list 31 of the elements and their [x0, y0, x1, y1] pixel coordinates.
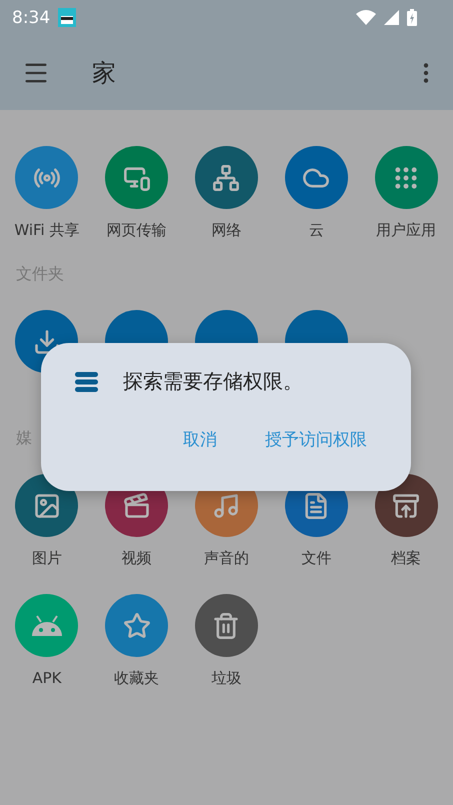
trash-icon: [212, 612, 240, 640]
shortcut-label: 收藏夹: [114, 669, 160, 687]
wifi-icon: [356, 10, 376, 25]
app-notification-icon: [58, 8, 76, 27]
shortcut-label: APK: [32, 669, 62, 687]
network-icon: [212, 164, 240, 192]
status-time: 8:34: [12, 8, 50, 28]
shortcut-label: 图片: [32, 549, 62, 567]
shortcut-label: 文件: [301, 549, 332, 567]
robot-icon: [30, 614, 63, 636]
dialog-button[interactable]: 授予访问权限: [265, 428, 367, 451]
star-icon: [122, 612, 151, 640]
clapperboard-icon: [122, 492, 151, 520]
dialog-title: 探索需要存储权限。: [123, 368, 303, 395]
shortcut-label: 视频: [122, 549, 152, 567]
shortcut-label: 网络: [211, 221, 242, 239]
music-note-icon: [212, 492, 240, 520]
shortcut-label: 垃圾: [211, 669, 242, 687]
storage-icon: [75, 372, 98, 392]
battery-icon: [407, 9, 417, 26]
shortcut-label: 用户应用: [376, 221, 436, 239]
shortcut-label: 云: [308, 221, 324, 239]
shortcut-label: 网页传输: [106, 221, 167, 239]
shortcut-label: 档案: [391, 549, 422, 567]
image-icon: [32, 492, 61, 520]
app-title: 家: [92, 58, 116, 88]
shortcut-label: WiFi 共享: [14, 221, 80, 239]
shortcut-label: 声音的: [204, 549, 249, 567]
dialog-button[interactable]: 取消: [183, 428, 217, 451]
archive-icon: [392, 492, 420, 520]
signal-icon: [384, 10, 399, 25]
